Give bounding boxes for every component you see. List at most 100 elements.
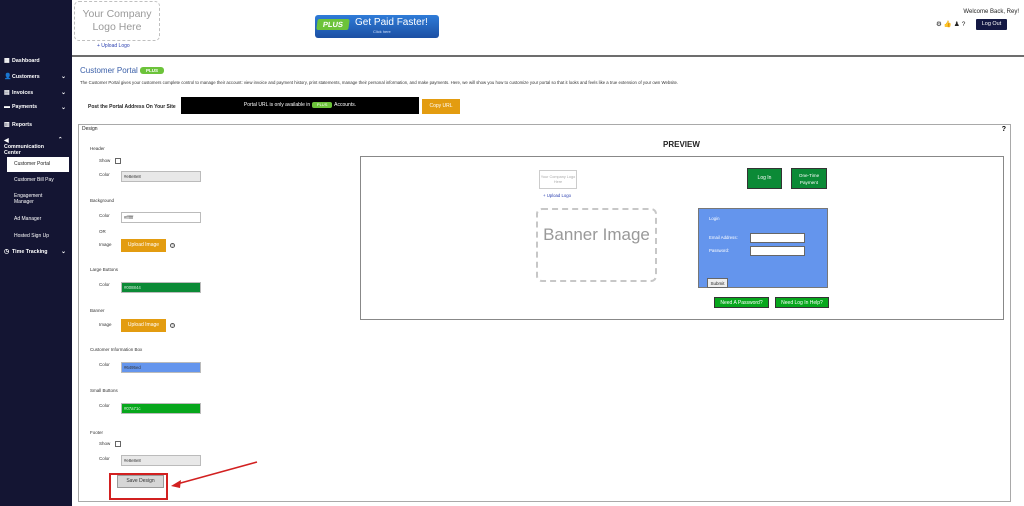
help-icon[interactable]: ? <box>170 323 175 328</box>
preview-title: PREVIEW <box>663 140 700 149</box>
sidebar-subitem-engagement-manager[interactable]: Engagement Manager <box>14 193 54 205</box>
preview-submit-button[interactable]: Submit <box>707 278 728 288</box>
sidebar-item-invoices[interactable]: ▤ Invoices ⌄ <box>4 89 70 96</box>
header-color-field[interactable]: #e8e8e8 <box>121 171 201 182</box>
color-label: Color <box>99 213 110 218</box>
help-icon[interactable]: ? <box>170 243 175 248</box>
chevron-down-icon: ⌄ <box>60 105 66 111</box>
header-show-checkbox[interactable] <box>115 158 121 164</box>
background-upload-image-button[interactable]: Upload Image <box>121 239 166 252</box>
sidebar-item-customers[interactable]: 👤Customers ⌄ <box>4 73 70 80</box>
notice-text: Portal URL is only available in <box>243 102 311 108</box>
password-label: Password: <box>709 248 730 253</box>
help-icon[interactable]: ? <box>1002 126 1006 133</box>
preview-email-input[interactable] <box>750 233 805 243</box>
footer-show-checkbox[interactable] <box>115 441 121 447</box>
sidebar-item-dashboard[interactable]: ▦ Dashboard <box>4 57 70 64</box>
payments-icon: ▬ <box>4 104 10 110</box>
help-icon[interactable]: ? <box>962 21 968 28</box>
customer-info-color-field[interactable]: #6495ed <box>121 362 201 373</box>
promo-title: Get Paid Faster! <box>355 17 428 28</box>
or-label: OR <box>99 229 106 234</box>
copy-url-button[interactable]: Copy URL <box>422 99 460 114</box>
gear-icon[interactable]: ⚙ <box>936 21 944 28</box>
sidebar-item-reports[interactable]: ▥ Reports <box>4 121 70 128</box>
upload-logo-link[interactable]: + Upload Logo <box>97 43 130 49</box>
grid-icon: ▦ <box>4 58 10 64</box>
sidebar: ▦ Dashboard 👤Customers ⌄ ▤ Invoices ⌄ ▬ Pay… <box>0 0 72 506</box>
color-label: Color <box>99 456 110 461</box>
plus-badge: PLUS <box>312 101 333 108</box>
welcome-message: Welcome Back, Rey! <box>963 9 1019 15</box>
portal-url-notice: Portal URL is only available in PLUS Accou… <box>181 97 419 114</box>
preview-need-password-button[interactable]: Need A Password? <box>714 297 769 308</box>
large-buttons-section-title: Large Buttons <box>90 267 119 272</box>
sidebar-item-label: Customers <box>12 74 40 80</box>
preview-customer-info-box: Login Email Address: Password: Submit <box>698 208 828 288</box>
design-heading: Design <box>82 126 98 132</box>
image-label: Image <box>99 242 112 247</box>
portal-preview: Your Company Logo Here + Upload Logo Ban… <box>360 156 1004 320</box>
email-label: Email Address: <box>709 235 738 240</box>
sidebar-item-label: Reports <box>12 122 33 128</box>
footer-color-field[interactable]: #e8e8e8 <box>121 455 201 466</box>
sidebar-subitem-ad-manager[interactable]: Ad Manager <box>14 216 70 222</box>
customer-info-section-title: Customer Information Box <box>90 347 143 352</box>
sidebar-subitem-customer-portal[interactable]: Customer Portal <box>7 157 69 172</box>
preview-one-time-payment-button[interactable]: One-Time Payment <box>791 168 827 189</box>
preview-upload-logo-link[interactable]: + Upload Logo <box>543 193 571 198</box>
sidebar-item-label: Dashboard <box>12 58 40 64</box>
header-icons: ⚙👍♟? <box>936 20 967 28</box>
image-label: Image <box>99 322 112 327</box>
color-label: Color <box>99 362 110 367</box>
chevron-up-icon[interactable]: ⌃ <box>58 137 68 143</box>
company-logo-placeholder[interactable]: Your Company Logo Here <box>74 1 160 41</box>
thumbs-up-icon[interactable]: 👍 <box>944 21 954 28</box>
invoice-icon: ▤ <box>4 90 10 96</box>
show-label: Show <box>99 158 111 163</box>
megaphone-icon: ◀ <box>4 138 9 144</box>
color-label: Color <box>99 403 110 408</box>
sidebar-item-label: Invoices <box>12 90 34 96</box>
small-buttons-section-title: Small Buttons <box>90 388 118 393</box>
footer-section-title: Footer <box>90 430 104 435</box>
user-icon[interactable]: ♟ <box>954 21 962 28</box>
preview-password-input[interactable] <box>750 246 805 256</box>
user-icon: 👤 <box>4 74 12 80</box>
plus-badge: PLUS <box>316 19 350 30</box>
background-section-title: Background <box>90 198 115 203</box>
small-buttons-color-field[interactable]: #07a71c <box>121 403 201 414</box>
login-heading: Login <box>709 216 720 221</box>
sidebar-subitem-customer-bill-pay[interactable]: Customer Bill Pay <box>14 177 70 183</box>
chevron-down-icon: ⌄ <box>60 90 66 96</box>
chart-icon: ▥ <box>4 122 10 128</box>
preview-need-help-button[interactable]: Need Log In Help? <box>775 297 829 308</box>
color-label: Color <box>99 172 110 177</box>
large-buttons-color-field[interactable]: #008844 <box>121 282 201 293</box>
banner-section-title: Banner <box>90 308 105 313</box>
color-label: Color <box>99 282 110 287</box>
sidebar-item-label: Communication Center <box>4 144 45 156</box>
get-paid-faster-banner[interactable]: PLUS Get Paid Faster! Click here <box>315 15 439 38</box>
chevron-down-icon: ⌄ <box>60 74 66 80</box>
post-portal-label: Post the Portal Address On Your Site <box>88 104 176 110</box>
header-section-title: Header <box>90 146 105 151</box>
sidebar-item-time-tracking[interactable]: ◷ Time Tracking ⌄ <box>4 248 70 255</box>
promo-subtext: Click here <box>373 29 391 34</box>
show-label: Show <box>99 441 111 446</box>
preview-banner-image: Banner Image <box>536 208 657 282</box>
banner-upload-image-button[interactable]: Upload Image <box>121 319 166 332</box>
page-description: The Customer Portal gives your customers… <box>80 80 679 85</box>
sidebar-subitem-hosted-sign-up[interactable]: Hosted Sign Up <box>14 233 70 239</box>
logout-button[interactable]: Log Out <box>976 19 1007 30</box>
sidebar-item-payments[interactable]: ▬ Payments ⌄ <box>4 104 70 111</box>
notice-text: Accounts. <box>334 102 357 108</box>
preview-logo-placeholder: Your Company Logo Here <box>539 170 577 189</box>
top-header: Your Company Logo Here + Upload Logo PLU… <box>72 0 1024 57</box>
sidebar-item-label: Time Tracking <box>12 249 48 255</box>
preview-login-button[interactable]: Log In <box>747 168 782 189</box>
page-title: Customer Portal <box>80 66 138 75</box>
sidebar-item-communication-center[interactable]: ◀Communication Center <box>4 137 44 156</box>
clock-icon: ◷ <box>4 249 10 255</box>
background-color-field[interactable]: #ffffff <box>121 212 201 223</box>
